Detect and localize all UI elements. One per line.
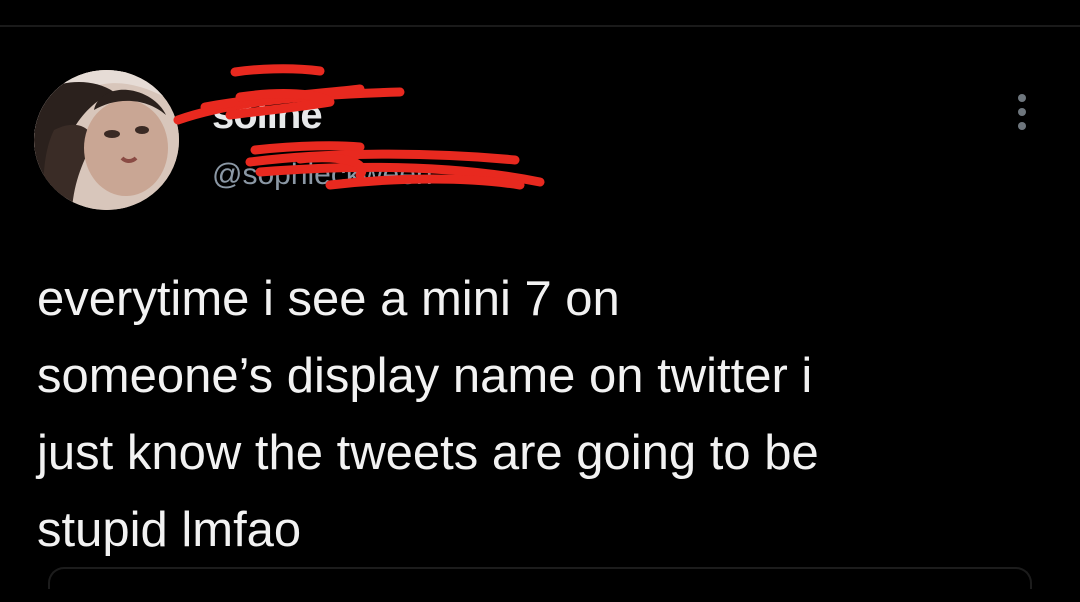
author-display-name[interactable]: soline bbox=[212, 95, 323, 135]
more-vertical-icon bbox=[1018, 122, 1026, 130]
tweet-text-line: someone’s display name on twitter i bbox=[37, 349, 813, 403]
more-options-button[interactable] bbox=[1002, 82, 1042, 142]
tweet-text-line: stupid lmfao bbox=[37, 503, 302, 557]
more-vertical-icon bbox=[1018, 94, 1026, 102]
tweet-text: everytime i see a mini 7 on someone’s di… bbox=[37, 261, 1047, 569]
more-vertical-icon bbox=[1018, 108, 1026, 116]
profile-photo-icon bbox=[34, 70, 179, 210]
avatar[interactable] bbox=[34, 70, 179, 210]
tweet-text-line: just know the tweets are going to be bbox=[37, 426, 819, 480]
quoted-card-edge bbox=[48, 567, 1032, 589]
tweet-text-line: everytime i see a mini 7 on bbox=[37, 272, 620, 326]
tweet-card[interactable]: soline @sophieckween everytime i see a m… bbox=[0, 27, 1080, 602]
author-handle[interactable]: @sophieckween bbox=[212, 157, 433, 193]
